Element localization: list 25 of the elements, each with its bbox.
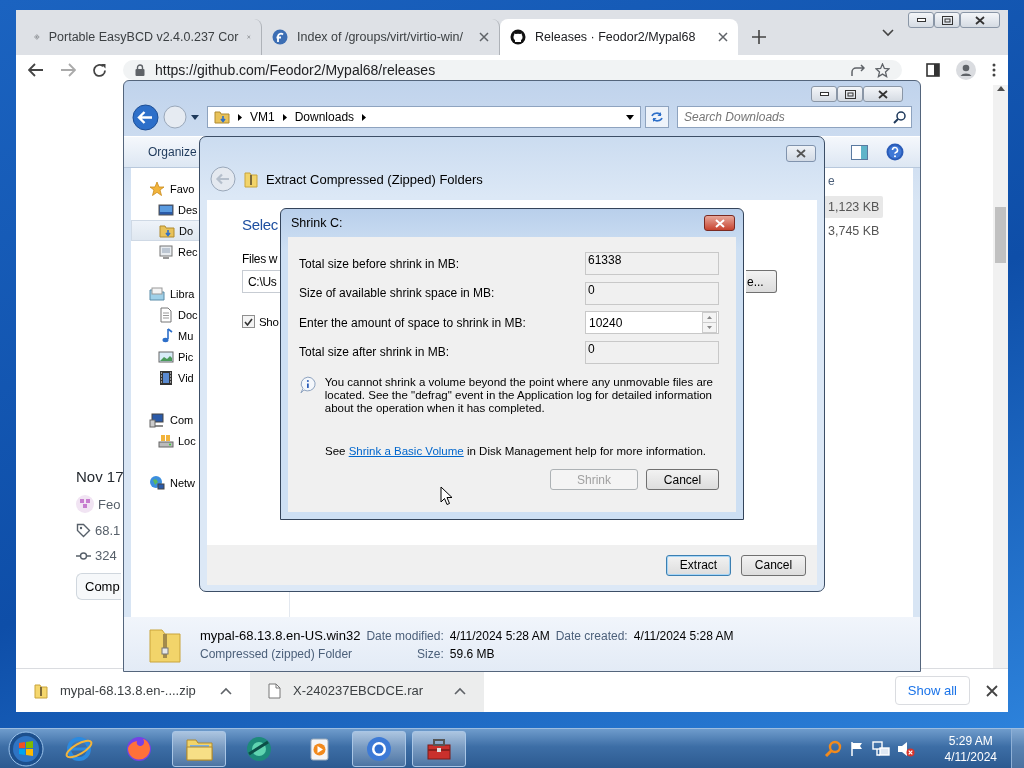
readonly-field: 61338 <box>585 252 719 276</box>
field-value: 4/11/2024 5:28 AM <box>633 628 734 643</box>
field-label: Total size after shrink in MB: <box>299 345 450 360</box>
file-name: mypal-68.13.8.en-US.win32 <box>200 627 361 643</box>
readonly-field: 0 <box>585 340 719 364</box>
file-type: Compressed (zipped) Folder <box>200 646 354 661</box>
clock-time: 5:29 AM <box>948 732 993 749</box>
dialog-heading: Selec <box>242 216 279 235</box>
help-text: See Shrink a Basic Volume in Disk Management help for more information. <box>325 445 707 457</box>
clock-date: 4/11/2024 <box>944 748 997 765</box>
field-label: Files w <box>242 252 278 266</box>
field-label: Size of available shrink space in MB: <box>299 286 495 301</box>
readonly-field: 0 <box>585 281 719 305</box>
release-date: Nov 17 <box>76 468 124 485</box>
dialog-title: Shrink C: <box>291 216 343 230</box>
dialog-title: Extract Compressed (Zipped) Folders <box>266 171 483 187</box>
field-label: Total size before shrink in MB: <box>299 256 460 271</box>
field-label: Enter the amount of space to shrink in MB: <box>299 315 526 330</box>
checkbox-label: Sho <box>259 315 279 328</box>
field-label: Size: <box>416 646 444 661</box>
field-value: 4/11/2024 5:28 AM <box>449 628 550 643</box>
info-text: You cannot shrink a volume beyond the point where any unmovable files are located. See the "defrag" event in the Application log for detailed information about the operation when it has completed. <box>324 376 714 415</box>
field-value: 59.6 MB <box>449 646 496 661</box>
field-label: Date modified: <box>366 628 444 643</box>
field-label: Date created: <box>555 628 628 643</box>
